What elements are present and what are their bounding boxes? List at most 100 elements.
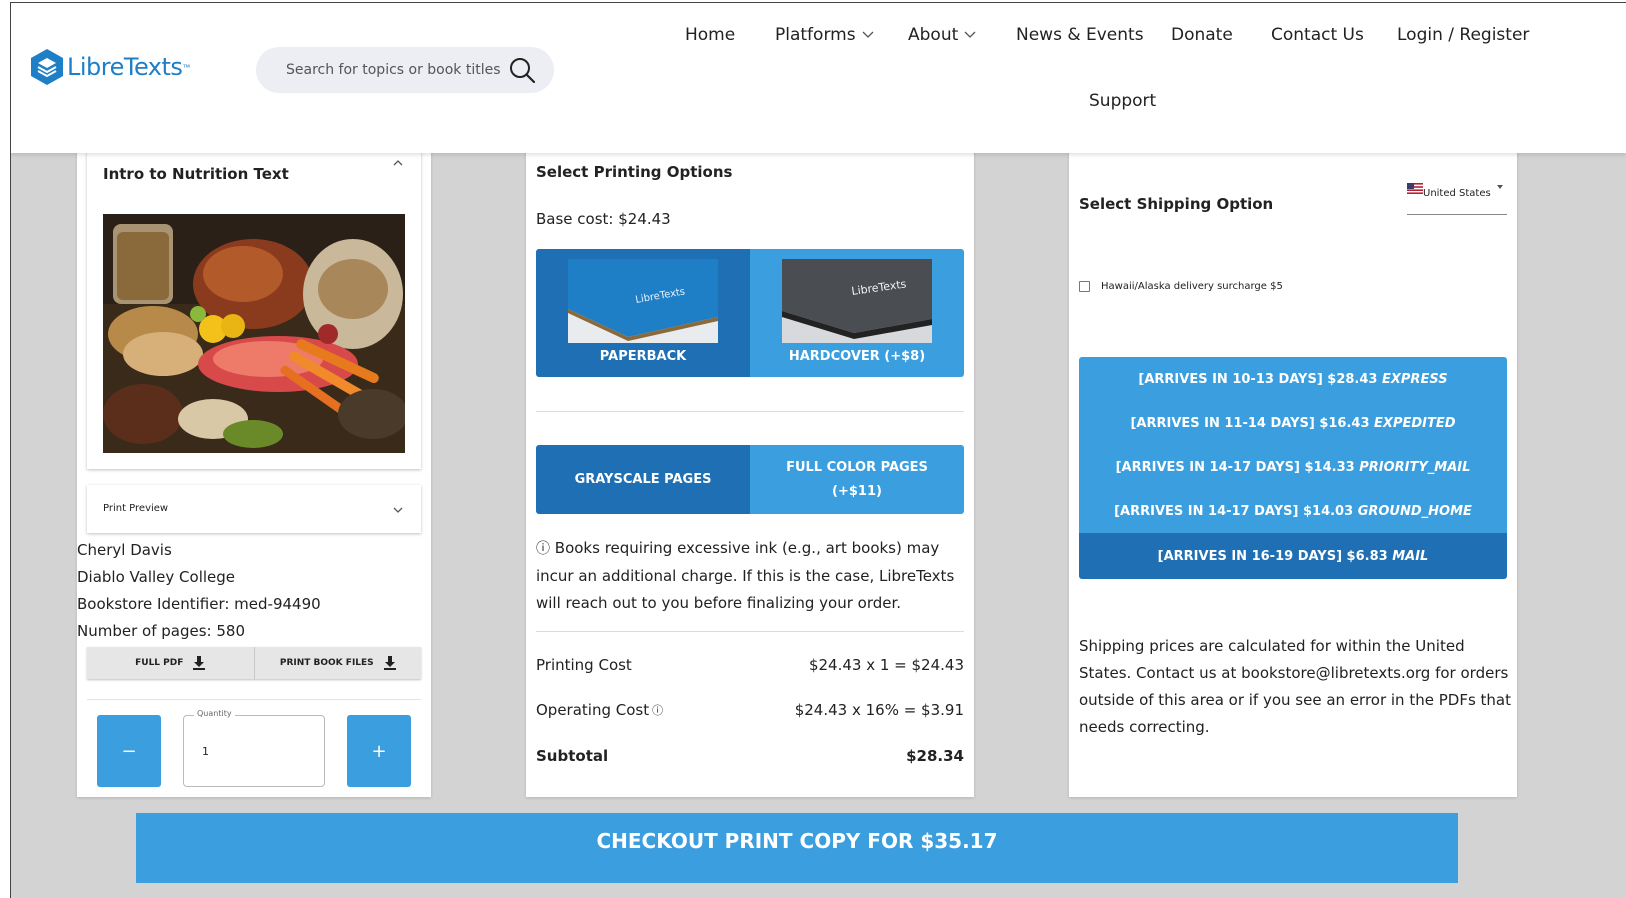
us-flag-icon — [1407, 183, 1423, 194]
logo-text: LibreTexts — [67, 53, 183, 81]
subtotal-label: Subtotal — [536, 747, 609, 765]
book-cover-panel: Intro to Nutrition Text — [87, 143, 421, 469]
full-pdf-label: FULL PDF — [135, 658, 184, 668]
nav-home-label: Home — [685, 25, 736, 45]
full-pdf-button[interactable]: FULL PDF — [87, 647, 255, 679]
shipping-option-expedited[interactable]: [ARRIVES IN 11-14 DAYS] $16.43 EXPEDITED — [1079, 401, 1507, 445]
surcharge-checkbox-row: Hawaii/Alaska delivery surcharge $5 — [1079, 281, 1283, 292]
quantity-decrease-button[interactable]: − — [97, 715, 161, 787]
surcharge-label: Hawaii/Alaska delivery surcharge $5 — [1101, 281, 1283, 292]
chevron-down-icon — [862, 31, 874, 38]
divider — [536, 631, 964, 632]
nav-support-label: Support — [1089, 91, 1157, 111]
printing-cost-label: Printing Cost — [536, 656, 632, 674]
printing-options-card: Select Printing Options Base cost: $24.4… — [526, 143, 974, 797]
book-info-card: Intro to Nutrition Text Print Preview Ch… — [77, 143, 431, 797]
book-title: Intro to Nutrition Text — [103, 165, 289, 183]
info-icon: ⓘ — [536, 541, 550, 557]
shipping-method: GROUND_HOME — [1357, 503, 1472, 519]
nav-support[interactable]: Support — [1089, 91, 1156, 111]
dropdown-arrow-icon — [1497, 185, 1503, 189]
nav-home[interactable]: Home — [685, 25, 735, 45]
download-icon — [193, 656, 206, 670]
surcharge-checkbox[interactable] — [1079, 281, 1090, 292]
site-header: LibreTexts ™ Search for topics or book t… — [11, 3, 1626, 153]
paperback-option[interactable]: LibreTexts PAPERBACK — [536, 249, 750, 377]
nav-about[interactable]: About — [908, 25, 976, 45]
shipping-option-label: [ARRIVES IN 16-19 DAYS] $6.83 — [1157, 548, 1393, 564]
checkout-button[interactable]: CHECKOUT PRINT COPY FOR $35.17 — [136, 813, 1458, 883]
full-color-option[interactable]: FULL COLOR PAGES (+$11) — [750, 445, 964, 514]
download-button-group: FULL PDF PRINT BOOK FILES — [87, 647, 421, 679]
nav-donate-label: Donate — [1171, 25, 1233, 45]
color-toggle-group: GRAYSCALE PAGES FULL COLOR PAGES (+$11) — [536, 445, 964, 514]
book-author: Cheryl Davis — [77, 541, 172, 559]
ink-note-text: Books requiring excessive ink (e.g., art… — [536, 539, 955, 612]
nav-news-label: News & Events — [1016, 25, 1144, 45]
libretexts-logo[interactable]: LibreTexts ™ — [29, 47, 190, 87]
operating-cost-value: $24.43 x 16% = $3.91 — [794, 701, 964, 719]
ink-note: ⓘ Books requiring excessive ink (e.g., a… — [536, 535, 968, 617]
subtotal-value: $28.34 — [906, 747, 964, 765]
operating-cost-row: Operating Cost ⓘ — [536, 701, 663, 719]
print-files-label: PRINT BOOK FILES — [279, 658, 374, 668]
nav-news-events[interactable]: News & Events — [1016, 25, 1144, 45]
shipping-options-card: Select Shipping Option United States Haw… — [1069, 143, 1517, 797]
search-input[interactable]: Search for topics or book titles — [286, 62, 501, 78]
shipping-option-label: [ARRIVES IN 11-14 DAYS] $16.43 — [1130, 415, 1375, 431]
food-image — [103, 214, 405, 453]
operating-cost-label: Operating Cost — [536, 701, 650, 719]
grayscale-label: GRAYSCALE PAGES — [574, 472, 712, 487]
info-icon[interactable]: ⓘ — [652, 702, 663, 718]
nav-about-label: About — [908, 25, 959, 45]
print-book-files-button[interactable]: PRINT BOOK FILES — [255, 647, 422, 679]
print-preview-label: Print Preview — [103, 503, 169, 514]
base-cost: Base cost: $24.43 — [536, 210, 671, 228]
shipping-note: Shipping prices are calculated for withi… — [1079, 637, 1511, 736]
book-identifier: Bookstore Identifier: med-94490 — [77, 595, 321, 613]
nav-platforms-label: Platforms — [775, 25, 856, 45]
quantity-input[interactable]: Quantity 1 — [183, 709, 325, 787]
paperback-cover-image: LibreTexts — [568, 259, 718, 343]
grayscale-option[interactable]: GRAYSCALE PAGES — [536, 445, 750, 514]
shipping-options-title: Select Shipping Option — [1079, 195, 1274, 213]
full-color-label: FULL COLOR PAGES — [786, 459, 928, 475]
book-pages: Number of pages: 580 — [77, 622, 245, 640]
nav-donate[interactable]: Donate — [1171, 25, 1233, 45]
shipping-option-priority-mail[interactable]: [ARRIVES IN 14-17 DAYS] $14.33 PRIORITY_… — [1079, 445, 1507, 489]
divider — [536, 411, 964, 412]
quantity-increase-button[interactable]: + — [347, 715, 411, 787]
divider — [87, 699, 421, 700]
print-preview-accordion[interactable]: Print Preview — [87, 485, 421, 533]
nav-login[interactable]: Login / Register — [1397, 25, 1529, 45]
shipping-option-express[interactable]: [ARRIVES IN 10-13 DAYS] $28.43 EXPRESS — [1079, 357, 1507, 401]
search-icon[interactable] — [508, 56, 536, 84]
shipping-option-label: [ARRIVES IN 14-17 DAYS] $14.03 — [1114, 503, 1358, 519]
chevron-down-icon — [393, 507, 403, 513]
printing-options-title: Select Printing Options — [536, 163, 733, 181]
country-select[interactable]: United States — [1407, 179, 1507, 215]
logo-trademark: ™ — [182, 62, 191, 72]
quantity-label: Quantity — [194, 709, 235, 718]
libretexts-logo-icon — [31, 49, 63, 85]
chevron-up-icon[interactable] — [393, 159, 403, 166]
hardcover-option[interactable]: LibreTexts HARDCOVER (+$8) — [750, 249, 964, 377]
shipping-option-label: [ARRIVES IN 14-17 DAYS] $14.33 — [1115, 459, 1360, 475]
printing-cost-value: $24.43 x 1 = $24.43 — [808, 656, 964, 674]
shipping-option-mail[interactable]: [ARRIVES IN 16-19 DAYS] $6.83 MAIL — [1079, 533, 1507, 579]
nav-contact[interactable]: Contact Us — [1271, 25, 1364, 45]
shipping-option-label: [ARRIVES IN 10-13 DAYS] $28.43 — [1138, 371, 1382, 387]
paperback-label: PAPERBACK — [599, 349, 687, 364]
shipping-option-list: [ARRIVES IN 10-13 DAYS] $28.43 EXPRESS [… — [1079, 357, 1507, 579]
nav-contact-label: Contact Us — [1271, 25, 1364, 45]
nav-platforms[interactable]: Platforms — [775, 25, 874, 45]
page: LibreTexts ™ Search for topics or book t… — [10, 2, 1626, 898]
download-icon — [383, 656, 396, 670]
shipping-option-ground-home[interactable]: [ARRIVES IN 14-17 DAYS] $14.03 GROUND_HO… — [1079, 489, 1507, 533]
country-value: United States — [1423, 188, 1491, 199]
search-bar[interactable]: Search for topics or book titles — [256, 47, 554, 93]
shipping-method: PRIORITY_MAIL — [1359, 459, 1471, 475]
nav-login-label: Login / Register — [1397, 25, 1530, 45]
hardcover-label: HARDCOVER (+$8) — [788, 349, 926, 364]
hardcover-cover-image: LibreTexts — [782, 259, 932, 343]
